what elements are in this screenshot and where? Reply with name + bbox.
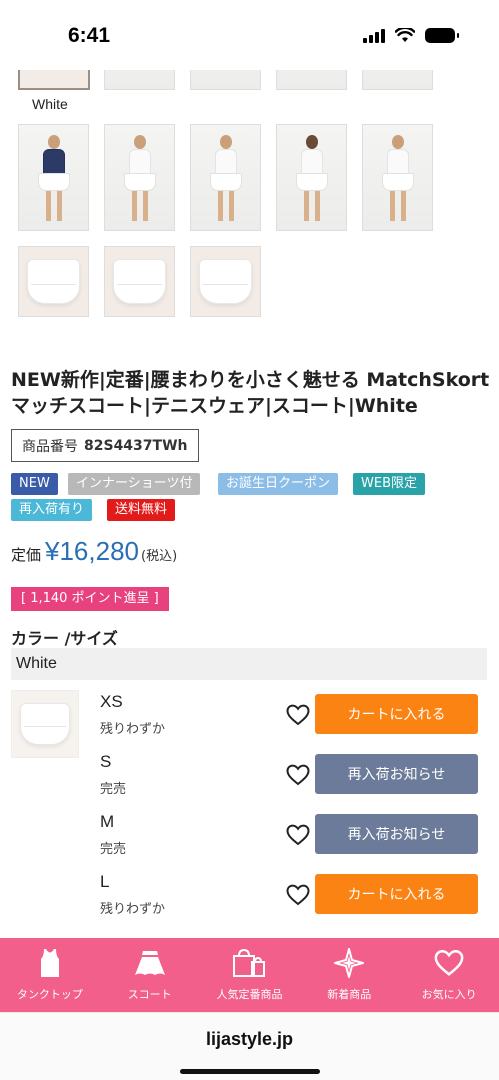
product-thumbnail[interactable] bbox=[190, 246, 261, 317]
product-thumbnail[interactable] bbox=[104, 70, 175, 90]
points-badge: [ 1,140 ポイント進呈 ] bbox=[11, 587, 169, 611]
restock-notify-button[interactable]: 再入荷お知らせ bbox=[315, 814, 478, 854]
nav-label: タンクトップ bbox=[16, 988, 83, 1001]
size-row-s: S 完売 再入荷お知らせ bbox=[100, 750, 490, 802]
nav-label: 人気定番商品 bbox=[216, 988, 283, 1001]
price-value: ¥16,280 bbox=[45, 536, 139, 566]
wifi-icon bbox=[395, 28, 415, 42]
cellular-signal-icon bbox=[363, 28, 385, 43]
add-to-cart-button[interactable]: カートに入れる bbox=[315, 694, 478, 734]
product-thumbnail[interactable] bbox=[104, 246, 175, 317]
price-tax-note: (税込) bbox=[141, 549, 178, 564]
sparkle-star-icon bbox=[332, 946, 366, 980]
product-thumbnail[interactable] bbox=[276, 124, 347, 231]
shopping-bags-icon bbox=[232, 946, 266, 980]
product-sku: 商品番号 82S4437TWh bbox=[11, 429, 199, 462]
tag-restock: 再入荷有り bbox=[11, 499, 93, 521]
status-time: 6:41 bbox=[68, 24, 111, 47]
stock-status: 残りわずか bbox=[100, 722, 166, 737]
stock-status: 完売 bbox=[100, 782, 127, 797]
color-variant-image bbox=[11, 690, 79, 758]
product-thumbnail[interactable] bbox=[190, 70, 261, 90]
skirt-icon bbox=[133, 946, 167, 980]
stock-status: 完売 bbox=[100, 842, 127, 857]
size-label: XS bbox=[100, 692, 123, 711]
url-text[interactable]: lijastyle.jp bbox=[0, 1029, 499, 1050]
battery-icon bbox=[425, 28, 459, 43]
tag-new: NEW bbox=[11, 473, 58, 495]
selected-color: White bbox=[11, 648, 487, 680]
favorite-heart-icon[interactable] bbox=[286, 764, 310, 786]
heart-icon bbox=[432, 946, 466, 980]
product-thumbnail[interactable] bbox=[190, 124, 261, 231]
nav-popular[interactable]: 人気定番商品 bbox=[201, 946, 297, 1002]
nav-new-arrivals[interactable]: 新着商品 bbox=[301, 946, 397, 1002]
nav-label: スコート bbox=[127, 988, 172, 1001]
add-to-cart-button[interactable]: カートに入れる bbox=[315, 874, 478, 914]
nav-favorites[interactable]: お気に入り bbox=[401, 946, 497, 1002]
favorite-heart-icon[interactable] bbox=[286, 824, 310, 846]
tag-free-shipping: 送料無料 bbox=[107, 499, 176, 521]
home-indicator[interactable] bbox=[180, 1069, 320, 1074]
status-bar: 6:41 bbox=[0, 0, 499, 70]
product-thumbnail[interactable] bbox=[276, 70, 347, 90]
sku-value: 82S4437TWh bbox=[84, 437, 188, 454]
tank-top-icon bbox=[33, 946, 67, 980]
size-row-xs: XS 残りわずか カートに入れる bbox=[100, 690, 490, 742]
color-swatch-thumbnail[interactable] bbox=[18, 70, 90, 90]
price-row: 定価 ¥16,280 (税込) bbox=[11, 536, 177, 567]
nav-tank-top[interactable]: タンクトップ bbox=[2, 946, 98, 1002]
sku-label: 商品番号 bbox=[22, 438, 78, 455]
product-thumbnail[interactable] bbox=[362, 70, 433, 90]
favorite-heart-icon[interactable] bbox=[286, 884, 310, 906]
product-thumbnail[interactable] bbox=[18, 246, 89, 317]
bottom-nav: タンクトップ スコート 人気定番商品 新着商品 お気に入り bbox=[0, 938, 499, 1012]
size-row-l: L 残りわずか カートに入れる bbox=[100, 870, 490, 922]
size-label: S bbox=[100, 752, 112, 771]
size-label: L bbox=[100, 872, 110, 891]
status-icons bbox=[363, 28, 459, 43]
size-row-m: M 完売 再入荷お知らせ bbox=[100, 810, 490, 862]
size-label: M bbox=[100, 812, 115, 831]
restock-notify-button[interactable]: 再入荷お知らせ bbox=[315, 754, 478, 794]
product-thumbnail[interactable] bbox=[104, 124, 175, 231]
nav-skort[interactable]: スコート bbox=[102, 946, 198, 1002]
product-thumbnail[interactable] bbox=[362, 124, 433, 231]
stock-status: 残りわずか bbox=[100, 902, 166, 917]
favorite-heart-icon[interactable] bbox=[286, 704, 310, 726]
nav-label: お気に入り bbox=[421, 988, 477, 1001]
tag-web-only: WEB限定 bbox=[353, 473, 425, 495]
product-title: NEW新作|定番|腰まわりを小さく魅せる MatchSkort マッチスコート|… bbox=[11, 369, 490, 417]
color-size-heading: カラー /サイズ bbox=[11, 629, 118, 648]
price-label: 定価 bbox=[11, 546, 42, 564]
nav-label: 新着商品 bbox=[327, 988, 372, 1001]
product-thumbnail[interactable] bbox=[18, 124, 89, 231]
tag-inner-shorts: インナーショーツ付 bbox=[68, 473, 201, 495]
product-page[interactable]: White NEW新作|定番|腰まわりを小さく魅せる MatchSkort マッ… bbox=[0, 70, 499, 938]
tag-birthday-coupon: お誕生日クーポン bbox=[218, 473, 339, 495]
color-swatch-label: White bbox=[32, 96, 68, 112]
browser-address-bar[interactable]: lijastyle.jp bbox=[0, 1012, 499, 1080]
